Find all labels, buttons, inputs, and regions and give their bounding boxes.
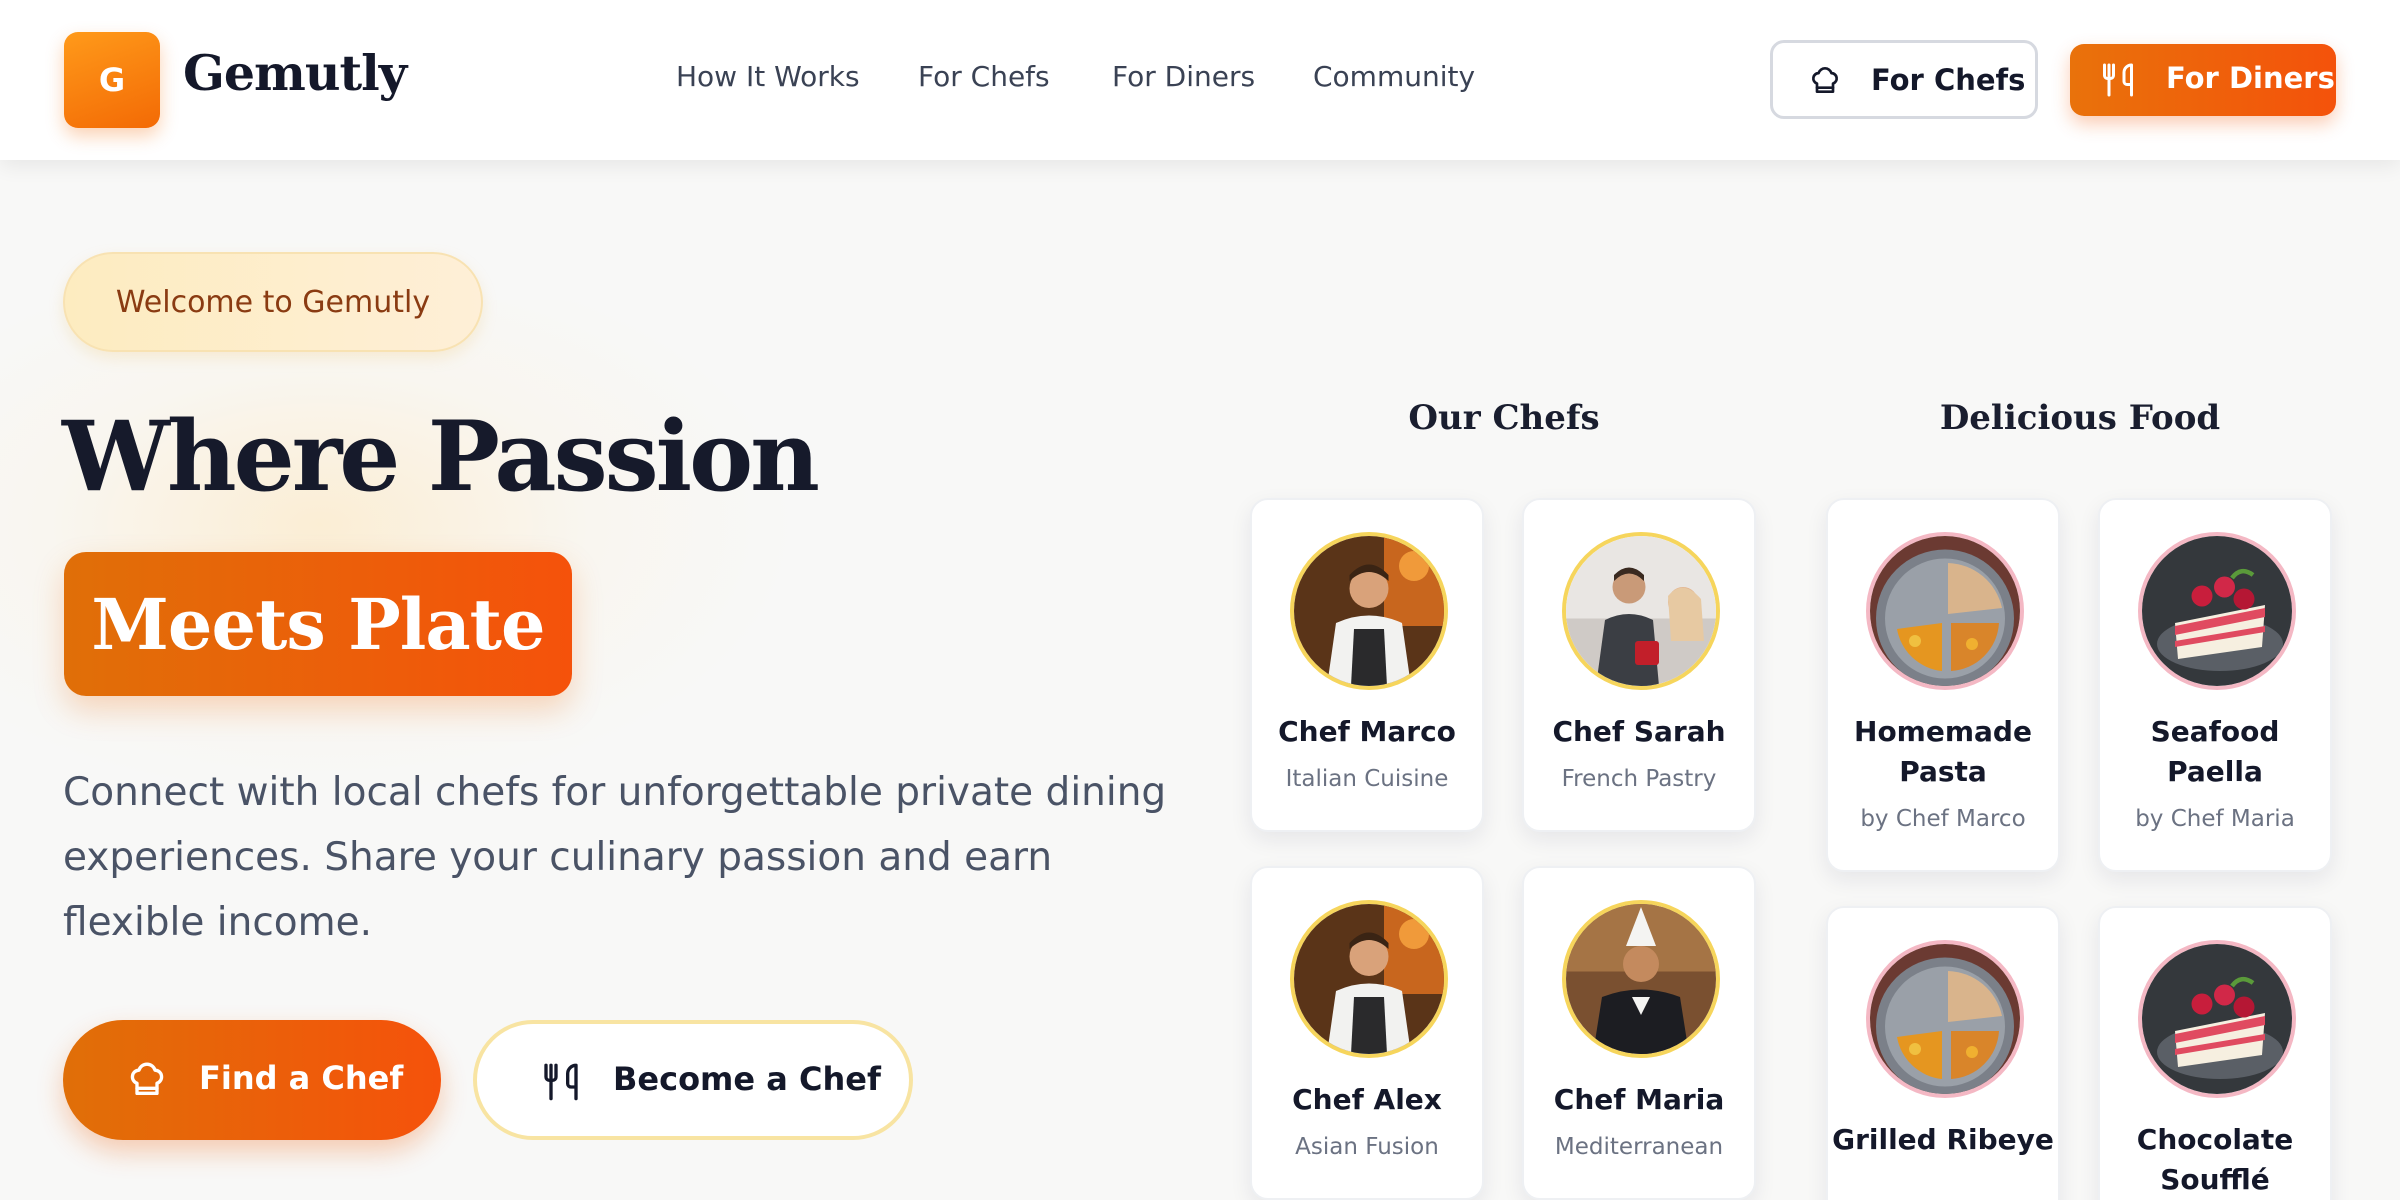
nav-link-for-diners[interactable]: For Diners — [1112, 60, 1255, 93]
become-a-chef-button[interactable]: Become a Chef — [473, 1020, 913, 1140]
chef-photo-maria — [1562, 900, 1720, 1058]
chef-photo-sarah — [1562, 532, 1720, 690]
find-a-chef-button[interactable]: Find a Chef — [63, 1020, 441, 1140]
food-card-grilled-ribeye[interactable]: Grilled Ribeye — [1826, 906, 2060, 1200]
food-card-homemade-pasta[interactable]: Homemade Pasta by Chef Marco — [1826, 498, 2060, 872]
chef-name: Chef Marco — [1278, 715, 1456, 748]
find-a-chef-label: Find a Chef — [199, 1059, 404, 1097]
food-photo-paella — [2138, 532, 2296, 690]
logo-icon[interactable]: G — [64, 32, 160, 128]
chef-card-maria[interactable]: Chef Maria Mediterranean — [1522, 866, 1756, 1200]
nav-link-community[interactable]: Community — [1313, 60, 1475, 93]
for-diners-button-label: For Diners — [2166, 61, 2335, 95]
for-chefs-button[interactable]: For Chefs — [1770, 40, 2038, 119]
hero-description: Connect with local chefs for unforgettab… — [63, 770, 1167, 945]
site-header: G Gemutly How It Works For Chefs For Din… — [0, 0, 2400, 160]
hero-headline-line1: Where Passion — [62, 400, 820, 513]
food-photo-souffle — [2138, 940, 2296, 1098]
chef-name: Chef Alex — [1292, 1083, 1442, 1116]
chef-hat-icon — [127, 1060, 167, 1104]
food-card-seafood-paella[interactable]: Seafood Paella by Chef Maria — [2098, 498, 2332, 872]
become-a-chef-label: Become a Chef — [613, 1060, 881, 1098]
chef-name: Chef Maria — [1553, 1083, 1725, 1116]
chef-card-sarah[interactable]: Chef Sarah French Pastry — [1522, 498, 1756, 832]
utensils-icon — [541, 1060, 581, 1108]
food-name: Chocolate Soufflé — [2136, 1123, 2294, 1196]
food-chef: by Chef Maria — [2135, 806, 2295, 832]
chef-photo-alex — [1290, 900, 1448, 1058]
food-photo-pasta — [1866, 532, 2024, 690]
chef-name: Chef Sarah — [1552, 715, 1726, 748]
nav-link-how-it-works[interactable]: How It Works — [676, 60, 860, 93]
brand-name[interactable]: Gemutly — [183, 44, 407, 102]
chef-hat-icon — [1809, 65, 1841, 101]
hero-headline-line2: Meets Plate — [64, 552, 572, 696]
food-photo-ribeye — [1866, 940, 2024, 1098]
hero-glow — [0, 300, 800, 800]
chef-specialty: Mediterranean — [1554, 1134, 1724, 1160]
food-chef: by Chef Marco — [1860, 806, 2026, 832]
food-card-chocolate-souffle[interactable]: Chocolate Soufflé — [2098, 906, 2332, 1200]
chef-specialty: French Pastry — [1561, 766, 1717, 792]
delicious-food-title: Delicious Food — [1939, 398, 2221, 438]
for-diners-button[interactable]: For Diners — [2070, 44, 2336, 116]
our-chefs-title: Our Chefs — [1408, 398, 1600, 438]
chef-photo-marco — [1290, 532, 1448, 690]
utensils-icon — [2100, 60, 2136, 104]
for-chefs-button-label: For Chefs — [1871, 63, 2026, 97]
chef-specialty: Italian Cuisine — [1285, 766, 1449, 792]
chef-card-alex[interactable]: Chef Alex Asian Fusion — [1250, 866, 1484, 1200]
nav-link-for-chefs[interactable]: For Chefs — [918, 60, 1050, 93]
food-name: Grilled Ribeye — [1832, 1123, 2054, 1156]
chef-card-marco[interactable]: Chef Marco Italian Cuisine — [1250, 498, 1484, 832]
food-name: Homemade Pasta — [1854, 715, 2032, 788]
food-name: Seafood Paella — [2150, 715, 2280, 788]
chef-specialty: Asian Fusion — [1295, 1134, 1439, 1160]
welcome-badge: Welcome to Gemutly — [63, 252, 483, 352]
